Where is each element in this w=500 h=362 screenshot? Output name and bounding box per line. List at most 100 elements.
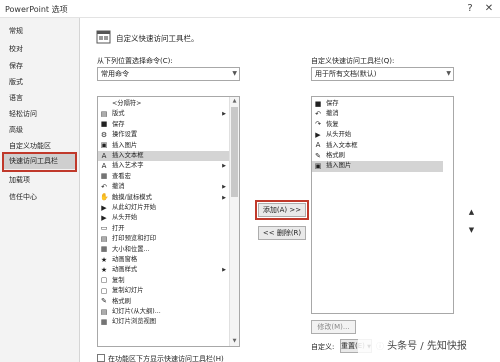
command-row[interactable]: A 插入文本框 [98, 151, 229, 162]
command-row[interactable]: ✋ 触摸/鼠标模式 ▶ [98, 193, 229, 203]
command-label: 打印预览和打印 [112, 235, 157, 243]
scroll-up-icon[interactable]: ▲ [230, 97, 239, 106]
command-row[interactable]: ⚙ 操作设置 [98, 130, 229, 140]
modify-button[interactable]: 修改(M)... [311, 320, 356, 334]
command-row[interactable]: ▢ 复制幻灯片 [98, 286, 229, 296]
choose-commands-dropdown[interactable]: 常用命令 ▼ [97, 67, 240, 81]
command-row[interactable]: ▦ 大小和位置... [98, 245, 229, 255]
command-row[interactable]: A 插入艺术字 ▶ [98, 161, 229, 171]
command-row[interactable]: ★ 动画样式 ▶ [98, 265, 229, 275]
command-row[interactable]: ▶ 从头开始 [98, 213, 229, 223]
move-down-icon[interactable]: ▼ [466, 226, 477, 235]
toolbar-item-row[interactable]: ↶ 撤消 [312, 109, 443, 119]
command-row[interactable]: ▢ 复制 [98, 276, 229, 286]
scroll-down-icon[interactable]: ▼ [230, 337, 239, 346]
section-header: 自定义快速访问工具栏。 [116, 34, 199, 43]
command-icon: ↶ [315, 109, 321, 118]
command-icon: ▤ [100, 307, 108, 316]
customize-toolbar-value: 用于所有文档(默认) [315, 70, 377, 78]
customize-toolbar-dropdown[interactable]: 用于所有文档(默认) ▼ [311, 67, 454, 81]
command-row[interactable]: ★ 动画窗格 [98, 255, 229, 265]
toolbar-item-row[interactable]: ▣ 插入图片 [312, 161, 443, 172]
move-up-icon[interactable]: ▲ [466, 208, 477, 217]
commands-scrollbar[interactable]: ▲ ▼ [229, 97, 239, 346]
command-label: 动画样式 [112, 266, 138, 274]
command-icon: A [315, 141, 321, 150]
command-icon: ↶ [101, 182, 107, 191]
nav-item[interactable]: 加载项 [3, 173, 76, 188]
show-below-ribbon-label: 在功能区下方显示快速访问工具栏(H) [108, 355, 224, 362]
command-row[interactable]: ▶ 从此幻灯片开始 [98, 203, 229, 213]
command-icon: ✎ [101, 297, 107, 306]
command-label: 动画窗格 [112, 256, 138, 263]
command-row[interactable]: ▦ 幻灯片浏览视图 [98, 317, 229, 327]
command-row[interactable]: ■ 保存 [98, 120, 229, 130]
toolbar-item-row[interactable]: ✎ 格式刷 [312, 151, 443, 161]
command-icon: ▦ [100, 317, 108, 326]
command-label: 操作设置 [112, 131, 138, 139]
command-label: 复制 [112, 276, 125, 284]
scroll-thumb[interactable] [231, 107, 238, 197]
toolbar-item-row[interactable]: ■ 保存 [312, 99, 443, 109]
customize-caption: 自定义: [311, 343, 335, 351]
command-icon: ▢ [100, 286, 108, 295]
command-icon: ▣ [314, 161, 322, 170]
command-row[interactable]: ↶ 撤消 ▶ [98, 182, 229, 192]
nav-item[interactable]: 校对 [3, 42, 76, 57]
command-icon: ▢ [100, 276, 108, 285]
command-label: 格式刷 [112, 297, 131, 305]
command-icon: ▤ [100, 109, 108, 118]
command-row[interactable]: ▭ 打开 [98, 224, 229, 234]
command-row[interactable]: ✎ 格式刷 [98, 297, 229, 307]
nav-item[interactable]: 常规 [3, 24, 76, 39]
customize-toolbar-label: 自定义快速访问工具栏(Q): [311, 57, 395, 65]
chevron-down-icon: ▼ [232, 70, 237, 77]
command-label: 插入图片 [326, 162, 352, 170]
help-button[interactable]: ? [462, 1, 478, 16]
toolbar-item-row[interactable]: A 插入文本框 [312, 141, 443, 151]
choose-commands-label: 从下列位置选择命令(C): [97, 57, 173, 65]
command-row[interactable]: ▤ 打印预览和打印 [98, 234, 229, 244]
command-icon: ▦ [100, 245, 108, 254]
command-row[interactable]: ▤ 版式 ▶ [98, 109, 229, 119]
command-label: 插入文本框 [326, 141, 358, 149]
toolbar-item-row[interactable]: ↷ 恢复 [312, 120, 443, 130]
command-icon: ★ [100, 255, 108, 264]
nav-item[interactable]: 信任中心 [3, 190, 76, 205]
show-below-ribbon-checkbox[interactable] [97, 354, 105, 362]
command-label: 版式 [112, 110, 125, 118]
command-row[interactable]: <分隔符> [98, 99, 229, 109]
nav-item[interactable]: 保存 [3, 59, 76, 74]
title-bar: PowerPoint 选项 ? ✕ [0, 0, 500, 18]
command-row[interactable]: ▦ 查看宏 [98, 172, 229, 182]
command-icon: ▶ [101, 213, 107, 222]
nav-item[interactable]: 高级 [3, 123, 76, 138]
remove-button[interactable]: << 删除(R) [258, 226, 306, 240]
nav-item[interactable]: 轻松访问 [3, 107, 76, 122]
toolbar-items-listbox[interactable]: ■ 保存 ↶ 撤消 ↷ 恢复 ▶ 从头开始 A 插入文本框 ✎ 格式刷 ▣ 插入图片 [311, 96, 454, 314]
command-row[interactable]: ▤ 幻灯片(从大纲)... [98, 307, 229, 317]
command-label: 打开 [112, 224, 125, 232]
command-icon: ✋ [100, 193, 109, 202]
command-row[interactable]: ▣ 插入图片 [98, 141, 229, 151]
command-icon: ▶ [101, 203, 107, 212]
submenu-arrow-icon: ▶ [222, 194, 226, 201]
command-label: 触摸/鼠标模式 [112, 193, 152, 201]
command-label: 撤消 [112, 183, 125, 191]
command-icon: ▤ [100, 234, 108, 243]
commands-listbox[interactable]: ▲ ▼ <分隔符> ▤ 版式 ▶ ■ 保存 ⚙ 操作设置 ▣ 插入图片 A 插入文本框 A 插入艺术字 ▶ ▦… [97, 96, 240, 347]
command-icon: ▭ [100, 224, 108, 233]
close-button[interactable]: ✕ [481, 1, 497, 16]
command-icon: ↷ [315, 120, 321, 129]
command-icon: ▶ [315, 130, 321, 139]
nav-item[interactable]: 语言 [3, 91, 76, 106]
command-label: 插入文本框 [112, 152, 144, 159]
command-label: 从头开始 [326, 131, 352, 139]
nav-item[interactable]: 版式 [3, 75, 76, 90]
watermark: 头条号 / 先知快报 [358, 336, 496, 358]
choose-commands-value: 常用命令 [101, 70, 129, 78]
toolbar-item-row[interactable]: ▶ 从头开始 [312, 130, 443, 140]
command-label: 插入艺术字 [112, 162, 144, 170]
command-icon: ▣ [100, 141, 108, 150]
command-label: 保存 [326, 100, 339, 107]
